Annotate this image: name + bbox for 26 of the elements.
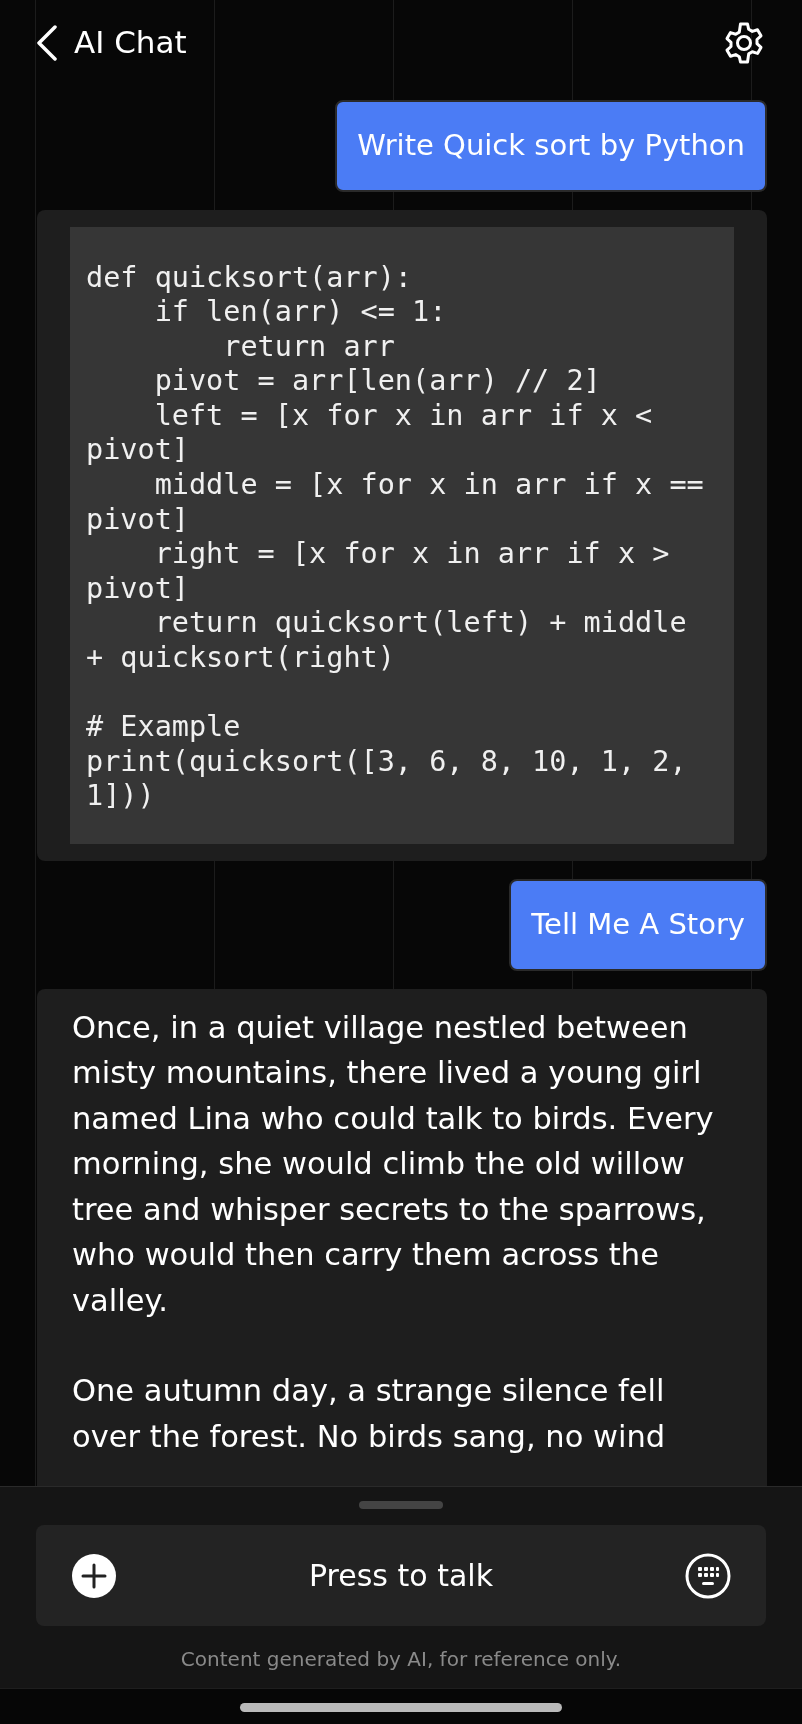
back-icon[interactable] (36, 24, 58, 61)
user-message: Tell Me A Story (509, 879, 767, 971)
code-line: return arr (222, 329, 395, 363)
press-to-talk-button[interactable]: Press to talk (36, 1525, 766, 1626)
story-paragraph: One autumn day, a strange silence fell over the forest. No birds sang, no wind (72, 1372, 667, 1456)
code-line: left = [x for x in arr if x < (153, 398, 653, 432)
keyboard-icon (685, 1552, 731, 1599)
add-icon (71, 1552, 117, 1599)
user-message: Write Quick sort by Python (335, 100, 767, 192)
drag-handle[interactable] (359, 1501, 443, 1509)
code-line: middle = [x for x in arr if x == (153, 468, 704, 502)
code-line: def quicksort(arr): (86, 260, 412, 294)
disclaimer-text: Content generated by AI, for reference only. (180, 1646, 622, 1673)
code-line: pivot] (86, 502, 189, 536)
code-line: print(quicksort([3, 6, 8, 10, 1, 2, (86, 744, 687, 778)
story-paragraph: Once, in a quiet village nestled between misty mountains, there lived a young girl named Lina who could talk to birds. Every morning, she would climb the old willow tree and whisper secrets to the sparrows, who would then carry them across the valley. (72, 1008, 715, 1320)
code-line: pivot] (86, 571, 189, 605)
code-line: pivot = arr[len(arr) // 2] (153, 364, 601, 398)
code-line: pivot] (86, 433, 189, 467)
screen-title: AI Chat (74, 23, 187, 63)
code-line: if len(arr) <= 1: (153, 295, 447, 329)
code-line: 1])) (86, 779, 155, 813)
code-line: return quicksort(left) + middle (153, 606, 687, 640)
code-line: # Example (86, 710, 241, 744)
code-line: right = [x for x in arr if x > (153, 537, 670, 571)
code-line: + quicksort(right) (86, 641, 395, 675)
